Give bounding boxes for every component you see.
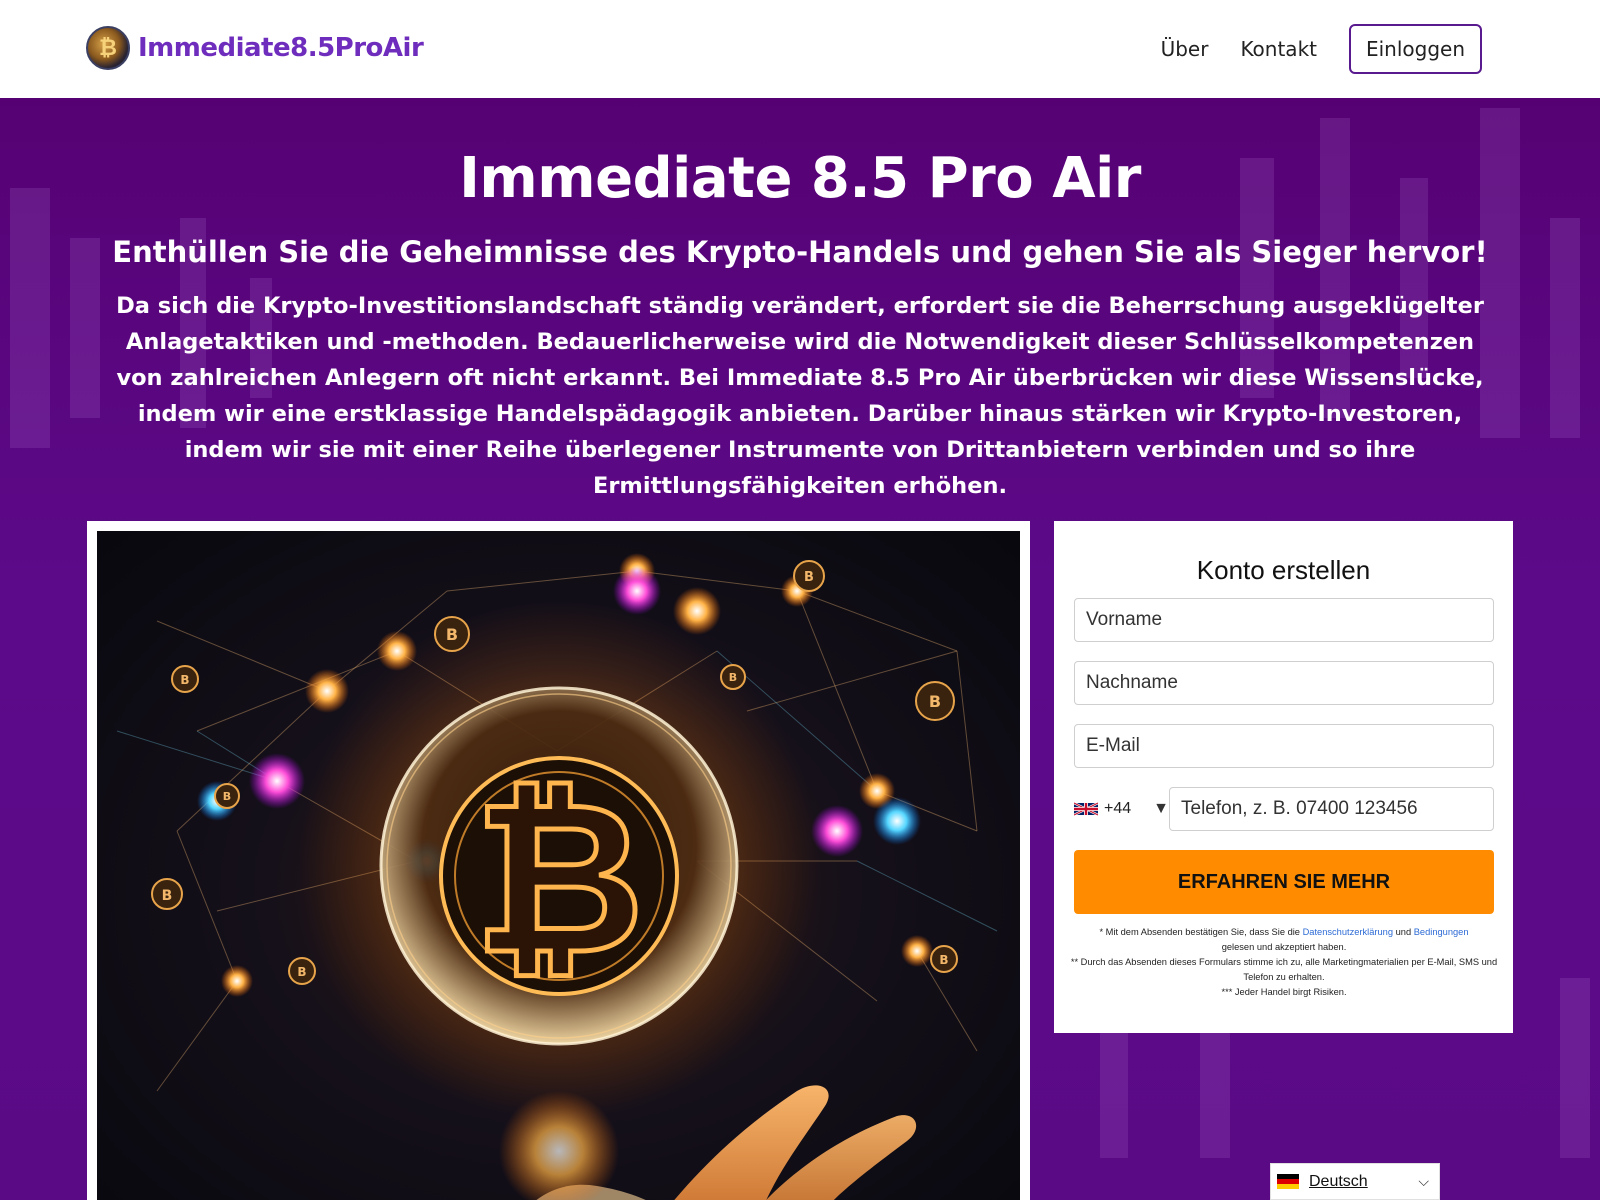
disclaimer-text: gelesen und akzeptiert haben. (1221, 942, 1347, 952)
site-header: ₿ Immediate8.5ProAir Über Kontakt Einlog… (0, 0, 1600, 98)
phone-input[interactable]: Telefon, z. B. 07400 123456 (1169, 787, 1494, 831)
submit-button[interactable]: ERFAHREN SIE MEHR (1074, 850, 1494, 914)
disclaimer-text: und (1395, 927, 1412, 937)
bitcoin-network-graphic: B B B B B B B B B ₿ (116, 553, 998, 1200)
svg-text:B: B (223, 790, 231, 803)
small-coin-label: B (446, 625, 458, 644)
svg-text:B: B (180, 673, 189, 687)
hero-image-frame: B B B B B B B B B ₿ (87, 521, 1030, 1200)
hero-section: Immediate 8.5 Pro Air Enthüllen Sie die … (0, 98, 1600, 1200)
bitcoin-hand-illustration: B B B B B B B B B ₿ (97, 531, 1020, 1200)
phone-code-label: +44 (1104, 800, 1132, 817)
svg-text:B: B (804, 570, 814, 585)
disclaimer-line-3: *** Jeder Handel birgt Risiken. (1221, 987, 1347, 997)
german-flag-icon (1277, 1173, 1299, 1190)
chevron-down-icon: ⌵ (1418, 1173, 1429, 1189)
language-selector[interactable]: Deutsch ⌵ (1270, 1163, 1440, 1200)
svg-text:B: B (939, 953, 948, 967)
first-name-input[interactable]: Vorname (1074, 598, 1494, 642)
hero-description: Da sich die Krypto-Investitionslandschaf… (116, 293, 1484, 499)
svg-text:B: B (729, 671, 737, 684)
hero-subtitle: Enthüllen Sie die Geheimnisse des Krypto… (112, 235, 1488, 269)
brand-name: Immediate8.5ProAir (138, 33, 424, 63)
last-name-input[interactable]: Nachname (1074, 661, 1494, 705)
page-title: Immediate 8.5 Pro Air (459, 146, 1141, 211)
main-nav: Über Kontakt Einloggen (1161, 24, 1482, 74)
nav-contact-link[interactable]: Kontakt (1240, 37, 1317, 61)
language-label: Deutsch (1309, 1172, 1368, 1190)
nav-about-link[interactable]: Über (1161, 37, 1209, 61)
privacy-policy-link[interactable]: Datenschutzerklärung (1303, 927, 1393, 937)
dropdown-arrow-icon: ▼ (1153, 800, 1169, 817)
uk-flag-icon (1074, 802, 1099, 816)
disclaimer-line-2: ** Durch das Absenden dieses Formulars s… (1070, 957, 1498, 982)
bitcoin-symbol-icon: ₿ (473, 756, 644, 1001)
login-button[interactable]: Einloggen (1349, 24, 1482, 74)
disclaimer-text: * Mit dem Absenden bestätigen Sie, dass … (1099, 927, 1300, 937)
bitcoin-logo-icon: ₿ (86, 26, 130, 70)
brand-logo[interactable]: ₿ Immediate8.5ProAir (86, 26, 424, 70)
terms-link[interactable]: Bedingungen (1414, 927, 1469, 937)
phone-country-selector[interactable]: +44 ▼ (1074, 787, 1169, 831)
svg-text:B: B (929, 692, 941, 711)
svg-text:B: B (297, 965, 306, 979)
svg-text:B: B (162, 888, 173, 904)
email-input[interactable]: E-Mail (1074, 724, 1494, 768)
form-disclaimer: * Mit dem Absenden bestätigen Sie, dass … (1068, 925, 1500, 1000)
disclaimer-line-1: * Mit dem Absenden bestätigen Sie, dass … (1068, 925, 1500, 955)
form-title: Konto erstellen (1196, 555, 1371, 585)
signup-form: Konto erstellen Vorname Nachname E-Mail … (1054, 521, 1513, 1033)
